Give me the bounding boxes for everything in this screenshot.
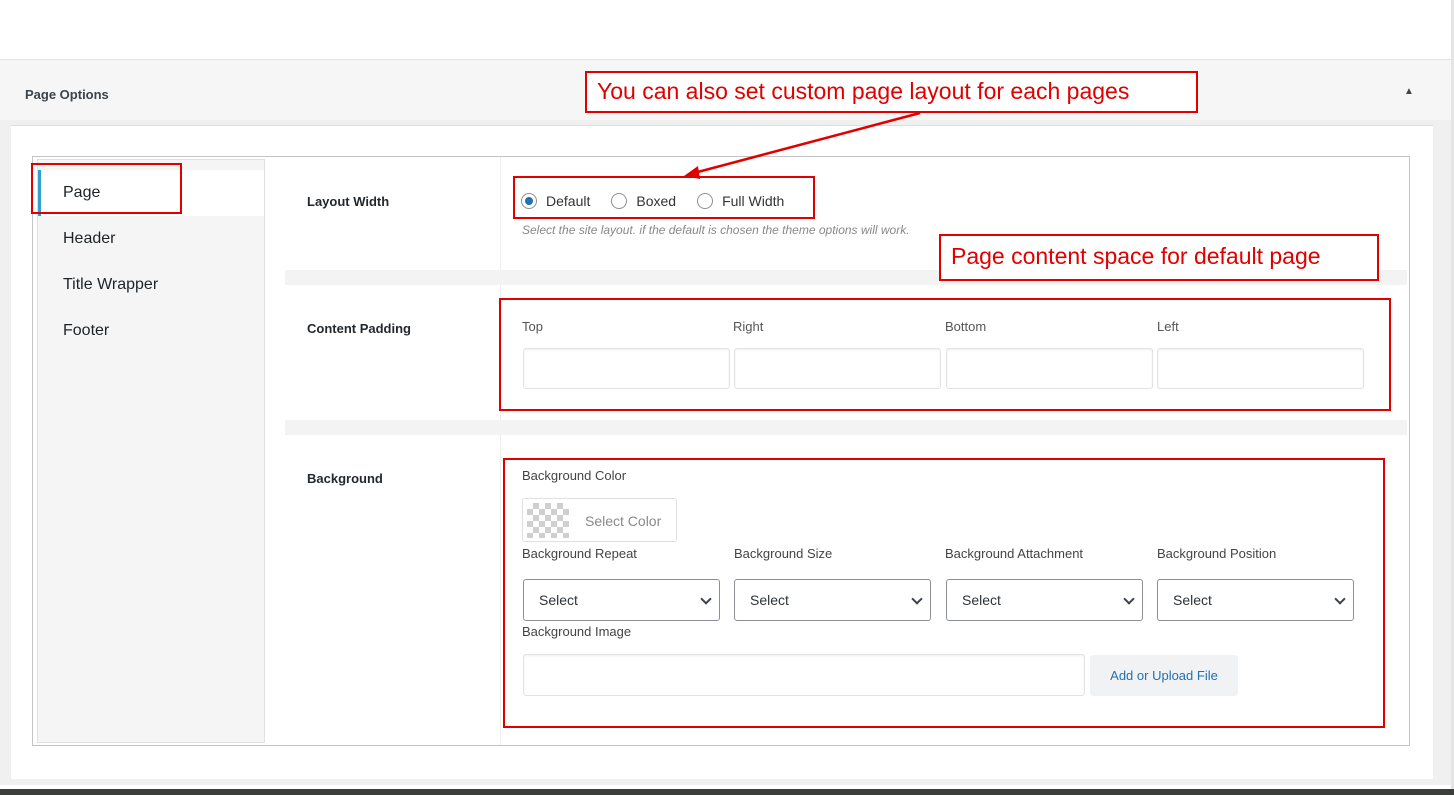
annotation-box-page-tab — [31, 163, 182, 214]
row-label-cell: Content Padding — [285, 285, 501, 420]
sidebar-item-footer[interactable]: Footer — [38, 308, 264, 354]
bottom-bar — [0, 789, 1454, 795]
background-label: Background — [307, 471, 383, 486]
annotation-layout-note: You can also set custom page layout for … — [585, 71, 1198, 113]
annotation-box-layout-width — [513, 176, 815, 219]
annotation-padding-note: Page content space for default page — [939, 234, 1379, 281]
layout-width-label: Layout Width — [307, 194, 390, 209]
triangle-up-icon[interactable]: ▲ — [1404, 86, 1414, 97]
annotation-box-content-padding — [499, 298, 1391, 411]
sidebar: Page Header Title Wrapper Footer — [37, 159, 265, 743]
annotation-box-background — [503, 458, 1385, 728]
content-padding-label: Content Padding — [307, 321, 411, 336]
sidebar-item-title-wrapper[interactable]: Title Wrapper — [38, 262, 264, 308]
panel-title: Page Options — [25, 87, 109, 102]
sidebar-item-header[interactable]: Header — [38, 216, 264, 262]
layout-width-description: Select the site layout. if the default i… — [522, 223, 910, 237]
row-label-cell: Layout Width — [285, 157, 501, 270]
top-bar — [0, 0, 1454, 60]
row-label-cell: Background — [285, 435, 501, 745]
